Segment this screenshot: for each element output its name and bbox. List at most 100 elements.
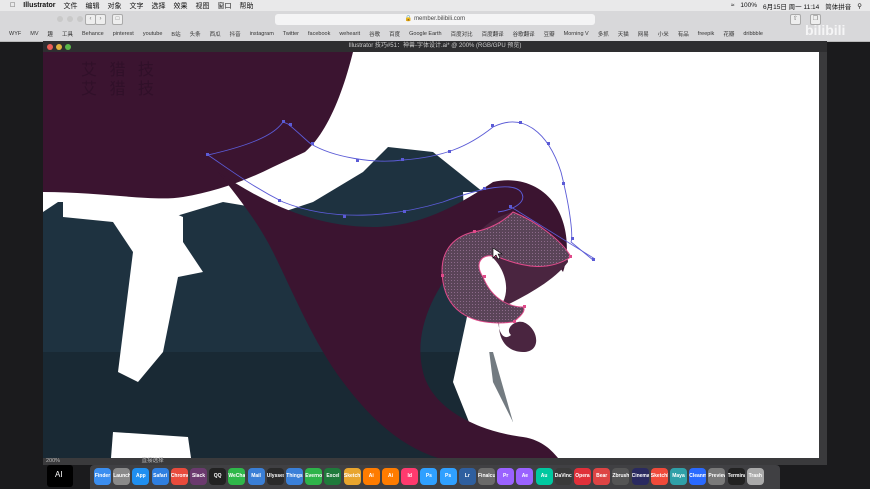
dock-app-finder[interactable]: Finder	[94, 468, 111, 485]
bookmark-item[interactable]: 趣	[47, 30, 53, 38]
dock-app-cinema[interactable]: Cinema	[631, 468, 649, 485]
dock-app-terminal[interactable]: Terminal	[727, 468, 745, 485]
menu-effect[interactable]: 效果	[174, 1, 188, 11]
bookmark-item[interactable]: 百度翻译	[482, 30, 504, 38]
bookmark-item[interactable]: B站	[171, 30, 180, 38]
anchor-point	[592, 258, 595, 261]
share-icon[interactable]: ⇧	[790, 14, 801, 25]
menu-object[interactable]: 对象	[108, 1, 122, 11]
bookmark-item[interactable]: Twitter	[283, 31, 299, 37]
dock-app-opera[interactable]: Opera	[574, 468, 591, 485]
bookmark-item[interactable]: 百度	[389, 30, 400, 38]
dock-app-pr[interactable]: Pr	[497, 468, 515, 485]
bookmark-item[interactable]: Google Earth	[409, 31, 441, 37]
dock-app-maya[interactable]: Maya	[670, 468, 687, 485]
dock-app-finalcut[interactable]: Finalcut	[478, 468, 495, 485]
dock-app-lr[interactable]: Lr	[458, 468, 476, 485]
window-zoom-icon[interactable]	[65, 44, 71, 50]
close-icon[interactable]	[57, 16, 63, 22]
dock-app-things[interactable]: Things	[286, 468, 303, 485]
minimize-icon[interactable]	[67, 16, 73, 22]
menu-file[interactable]: 文件	[64, 1, 78, 11]
dock-app-ps[interactable]: Ps	[439, 468, 457, 485]
search-icon[interactable]: ⚲	[857, 2, 862, 10]
bookmark-item[interactable]: Behance	[82, 31, 104, 37]
battery-percent[interactable]: 100%	[740, 2, 757, 9]
dock-app-au[interactable]: Au	[535, 468, 553, 485]
dock-app-ai[interactable]: Ai	[382, 468, 399, 485]
menu-help[interactable]: 帮助	[240, 1, 254, 11]
wifi-icon[interactable]: ≈	[731, 2, 735, 9]
window-minimize-icon[interactable]	[56, 44, 62, 50]
dock-app-ulysses[interactable]: Ulysses	[266, 468, 284, 485]
dock-app-ae[interactable]: Ae	[516, 468, 534, 485]
zoom-icon[interactable]	[77, 16, 83, 22]
bookmark-item[interactable]: 谷歌	[369, 30, 380, 38]
dock-app-chrome[interactable]: Chrome	[170, 468, 188, 485]
window-close-icon[interactable]	[47, 44, 53, 50]
sidebar-icon[interactable]: □	[112, 14, 123, 25]
bookmark-item[interactable]: 百度对比	[451, 30, 473, 38]
dock-app-wechat[interactable]: WeChat	[228, 468, 246, 485]
dock-app-zbrush[interactable]: Zbrush	[612, 468, 630, 485]
bookmark-item[interactable]: MV	[30, 31, 38, 37]
bookmark-item[interactable]: pinterest	[113, 31, 134, 37]
bookmark-item[interactable]: 有品	[678, 30, 689, 38]
bookmark-item[interactable]: WYF	[9, 31, 21, 37]
apple-icon[interactable]: 	[10, 2, 15, 9]
dock-app-preview[interactable]: Preview	[708, 468, 726, 485]
dock-left-widget[interactable]: AI	[47, 465, 73, 487]
dock-app-evernote[interactable]: Evernote	[305, 468, 323, 485]
clock[interactable]: 6月15日 周一 11:14	[763, 1, 819, 11]
dock-app-id[interactable]: Id	[401, 468, 419, 485]
menu-view[interactable]: 视图	[196, 1, 210, 11]
menu-edit[interactable]: 编辑	[86, 1, 100, 11]
dock-app-cleanmaster[interactable]: Cleanmaster	[689, 468, 707, 485]
url-field[interactable]: 🔒 member.bilibili.com	[275, 14, 595, 25]
dock-app-sketchbook[interactable]: Sketchbook	[650, 468, 668, 485]
bookmark-item[interactable]: 天猫	[618, 30, 629, 38]
dock-app-excel[interactable]: Excel	[324, 468, 342, 485]
bookmark-item[interactable]: dribbble	[743, 31, 763, 37]
menu-select[interactable]: 选择	[152, 1, 166, 11]
dock-app-davinci[interactable]: DaVinci	[554, 468, 572, 485]
bookmark-item[interactable]: 多抓	[598, 30, 609, 38]
forward-button[interactable]: ›	[95, 14, 106, 25]
dock-app-slack[interactable]: Slack	[190, 468, 207, 485]
dock-app-qq[interactable]: QQ	[209, 468, 227, 485]
dock-app-sketch[interactable]: Sketch	[343, 468, 361, 485]
bookmark-item[interactable]: freepik	[698, 31, 715, 37]
dock-app-ps[interactable]: Ps	[420, 468, 438, 485]
vertical-scrollbar[interactable]	[819, 52, 827, 458]
bookmark-item[interactable]: 抖音	[230, 30, 241, 38]
artboard-canvas[interactable]: 艾 猎 技 艾 猎 技	[43, 52, 819, 458]
dock-app-safari[interactable]: Safari	[151, 468, 169, 485]
bookmark-item[interactable]: 谷歌翻译	[513, 30, 535, 38]
dock-app-bear[interactable]: Bear	[593, 468, 611, 485]
bookmark-item[interactable]: wehearit	[339, 31, 360, 37]
bookmark-item[interactable]: 工具	[62, 30, 73, 38]
input-source[interactable]: 简体拼音	[825, 1, 851, 11]
dock-app-mail[interactable]: Mail	[247, 468, 265, 485]
bookmark-item[interactable]: youtube	[143, 31, 163, 37]
dock-app-ai[interactable]: Ai	[362, 468, 380, 485]
bookmark-item[interactable]: 花瓣	[723, 30, 734, 38]
bookmark-item[interactable]: 小米	[658, 30, 669, 38]
bookmark-item[interactable]: 网易	[638, 30, 649, 38]
bookmark-item[interactable]: 豆瓣	[544, 30, 555, 38]
menu-window[interactable]: 窗口	[218, 1, 232, 11]
bookmark-item[interactable]: Morning V	[564, 31, 589, 37]
menu-type[interactable]: 文字	[130, 1, 144, 11]
dock-app-launchpad[interactable]: Launchpad	[113, 468, 131, 485]
zoom-level[interactable]: 200%	[46, 458, 60, 464]
bookmark-item[interactable]: 头条	[190, 30, 201, 38]
dock-app-trash[interactable]: Trash	[746, 468, 764, 485]
lock-icon: 🔒	[404, 16, 413, 22]
anchor-point	[491, 124, 494, 127]
app-menu[interactable]: Illustrator	[23, 2, 55, 9]
bookmark-item[interactable]: instagram	[250, 31, 274, 37]
dock-app-app-store[interactable]: App Store	[132, 468, 150, 485]
bookmark-item[interactable]: 西瓜	[210, 30, 221, 38]
bookmark-item[interactable]: facebook	[308, 31, 330, 37]
bilibili-logo: bilibili	[805, 22, 846, 38]
